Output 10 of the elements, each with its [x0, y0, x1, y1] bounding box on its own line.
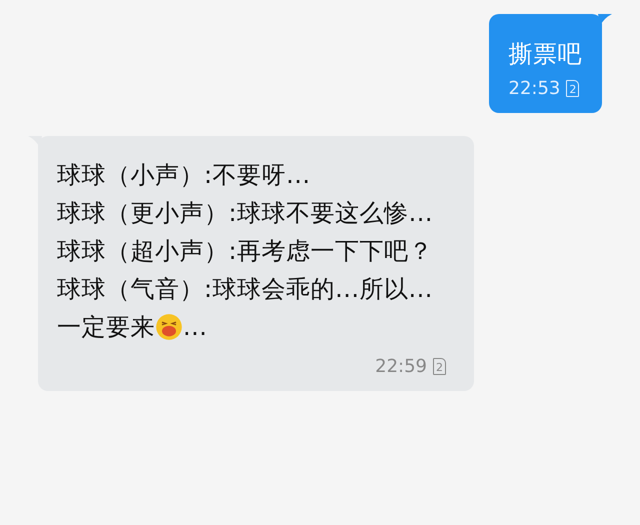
- message-text: 撕票吧: [508, 39, 582, 70]
- message-text: 球球（超小声）:再考虑一下下吧？: [57, 236, 434, 267]
- message-text: 球球（更小声）:球球不要这么惨...: [57, 198, 434, 229]
- sim-card-icon: 2: [433, 358, 446, 375]
- message-text: 球球（气音）:球球会乖的...所以...一定要来 ...: [57, 274, 434, 343]
- message-time: 22:59: [375, 356, 427, 377]
- sim-card-icon: 2: [566, 80, 580, 97]
- crying-face-icon: [155, 313, 183, 341]
- message-text: 球球（小声）:不要呀...: [57, 160, 312, 191]
- message-time: 22:53: [508, 78, 560, 99]
